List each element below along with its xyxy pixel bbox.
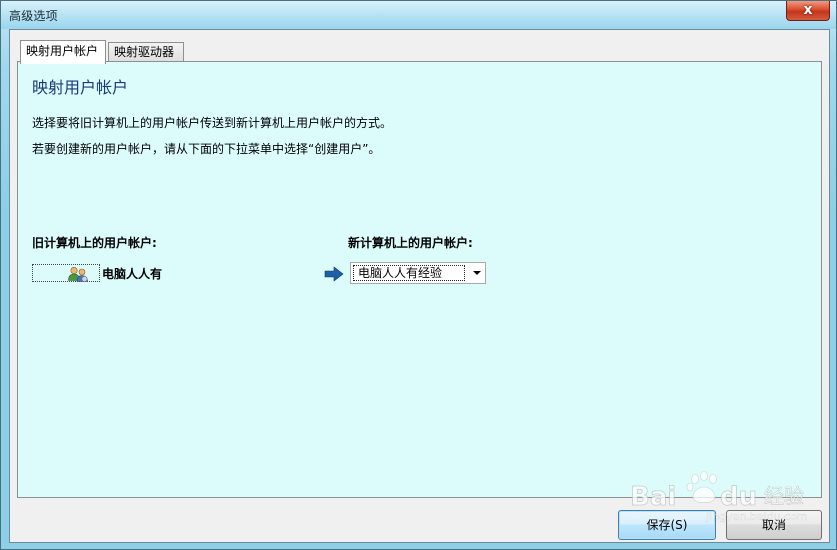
cancel-button[interactable]: 取消	[726, 510, 822, 540]
dialog-client-area: 映射用户帐户 映射驱动器 映射用户帐户 选择要将旧计算机上的用户帐户传送到新计算…	[9, 29, 830, 543]
dialog-window: 高级选项 x 映射用户帐户 映射驱动器 映射用户帐户 选择要将旧计算机上的用户帐…	[0, 0, 837, 550]
new-account-selected-value: 电脑人人有经验	[353, 265, 465, 281]
old-account-focus-box	[32, 264, 100, 282]
old-accounts-header: 旧计算机上的用户帐户:	[32, 236, 157, 250]
tab-panel-map-user-accounts: 映射用户帐户 选择要将旧计算机上的用户帐户传送到新计算机上用户帐户的方式。 若要…	[17, 61, 822, 498]
old-account-name: 电脑人人有	[102, 266, 163, 281]
old-account-item[interactable]: 电脑人人有	[32, 263, 162, 283]
tab-map-user-accounts[interactable]: 映射用户帐户	[20, 40, 106, 64]
users-icon	[68, 266, 88, 282]
window-title: 高级选项	[9, 9, 58, 23]
chevron-down-icon[interactable]	[473, 271, 481, 275]
panel-title: 映射用户帐户	[32, 78, 129, 97]
close-button[interactable]: x	[786, 1, 830, 21]
instruction-text-1: 选择要将旧计算机上的用户帐户传送到新计算机上用户帐户的方式。	[32, 116, 393, 130]
title-bar[interactable]: 高级选项 x	[1, 1, 836, 29]
instruction-text-2: 若要创建新的用户帐户，请从下面的下拉菜单中选择“创建用户”。	[32, 142, 381, 156]
new-accounts-header: 新计算机上的用户帐户:	[348, 236, 473, 250]
save-button[interactable]: 保存(S)	[618, 510, 716, 540]
arrow-right-icon	[324, 266, 344, 282]
new-account-dropdown[interactable]: 电脑人人有经验	[350, 262, 486, 284]
close-icon: x	[803, 2, 813, 18]
tab-map-drives[interactable]: 映射驱动器	[108, 42, 184, 62]
